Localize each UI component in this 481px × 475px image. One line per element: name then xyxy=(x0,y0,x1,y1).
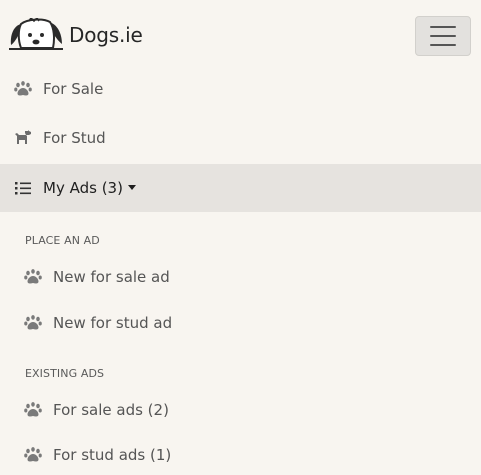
paw-icon xyxy=(24,401,42,419)
hamburger-icon xyxy=(430,26,456,28)
section-header-existing-ads: EXISTING ADS xyxy=(25,367,105,380)
dropdown-item-new-for-stud[interactable]: New for stud ad xyxy=(0,303,481,343)
caret-down-icon xyxy=(127,185,136,190)
nav-item-for-stud[interactable]: For Stud xyxy=(0,114,481,162)
nav-item-my-ads-dropdown[interactable]: My Ads (3) xyxy=(0,164,481,212)
nav-item-label: For Stud xyxy=(43,129,106,147)
nav-item-label: For Sale xyxy=(43,80,104,98)
dropdown-item-label: New for stud ad xyxy=(53,314,173,332)
paw-icon xyxy=(24,446,42,464)
my-ads-label: My Ads (3) xyxy=(43,179,123,197)
dropdown-item-for-sale-ads[interactable]: For sale ads (2) xyxy=(0,390,481,430)
navbar: Dogs.ie xyxy=(0,0,481,72)
dropdown-item-label: New for sale ad xyxy=(53,268,170,286)
brand-name: Dogs.ie xyxy=(69,23,143,47)
dropdown-item-new-for-sale[interactable]: New for sale ad xyxy=(0,257,481,297)
paw-icon xyxy=(24,268,42,286)
nav-item-for-sale[interactable]: For Sale xyxy=(0,65,481,113)
dog-icon xyxy=(14,129,32,147)
dropdown-item-label: For sale ads (2) xyxy=(53,401,169,419)
dropdown-item-for-stud-ads[interactable]: For stud ads (1) xyxy=(0,435,481,475)
nav-item-label: My Ads (3) xyxy=(43,179,136,197)
brand-link[interactable]: Dogs.ie xyxy=(9,18,143,52)
dropdown-item-label: For stud ads (1) xyxy=(53,446,172,464)
paw-icon xyxy=(24,314,42,332)
dog-face-logo-icon xyxy=(9,18,63,50)
paw-icon xyxy=(14,80,32,98)
section-header-place-ad: PLACE AN AD xyxy=(25,234,100,247)
hamburger-icon xyxy=(430,35,456,37)
list-icon xyxy=(14,179,32,197)
hamburger-icon xyxy=(430,44,456,46)
navbar-toggler-button[interactable] xyxy=(415,16,471,56)
